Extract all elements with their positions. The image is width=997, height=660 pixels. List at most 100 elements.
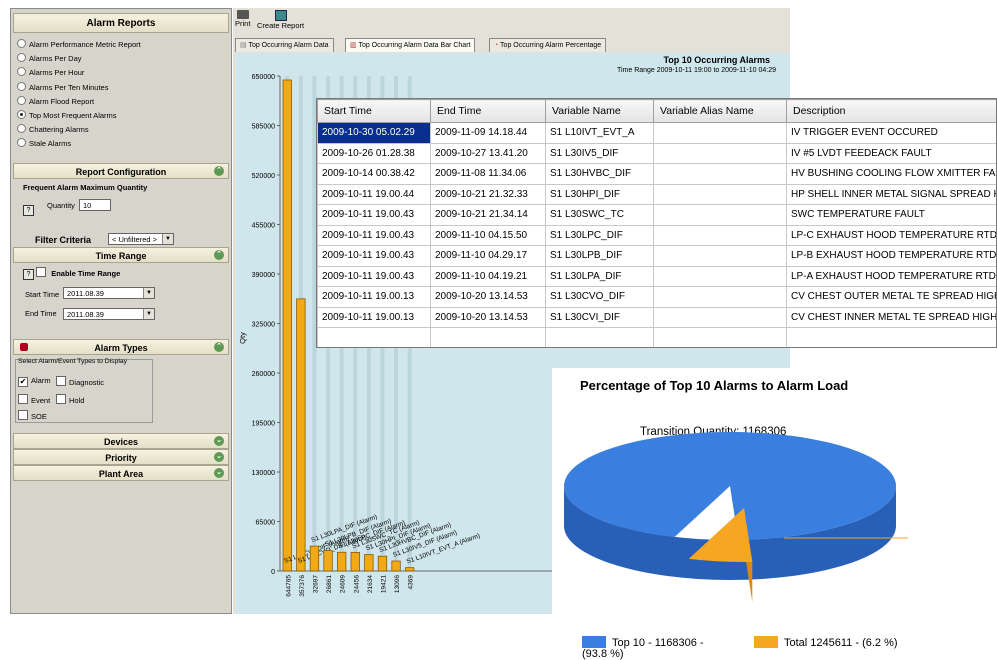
radio-button[interactable] <box>17 67 26 76</box>
calendar-dropdown-icon[interactable]: ▼ <box>143 288 154 298</box>
help-icon[interactable]: ? <box>23 269 34 280</box>
report-option[interactable]: Top Most Frequent Alarms <box>17 110 117 121</box>
plant-area-header[interactable]: Plant Area⌄ <box>13 465 229 481</box>
table-row[interactable]: 2009-10-14 00.38.422009-11-08 11.34.06S1… <box>318 164 997 185</box>
report-option[interactable]: Alarms Per Ten Minutes <box>17 82 108 93</box>
expand-icon[interactable]: ⌄ <box>214 468 224 478</box>
radio-button[interactable] <box>17 124 26 133</box>
type-soe[interactable]: SOE <box>18 410 47 421</box>
type-hold[interactable]: Hold <box>56 394 84 405</box>
bar-value-label: 4369 <box>408 575 415 590</box>
diagnostic-checkbox[interactable] <box>56 376 66 386</box>
report-configuration-header[interactable]: Report Configuration⌃ <box>13 163 229 179</box>
alarm-checkbox[interactable]: ✔ <box>18 377 28 387</box>
table-cell <box>654 225 787 246</box>
table-row[interactable]: 2009-10-26 01.28.382009-10-27 13.41.20S1… <box>318 143 997 164</box>
print-button[interactable]: Print <box>235 10 250 28</box>
column-header[interactable]: Description <box>787 100 997 123</box>
legend-swatch-blue <box>582 636 606 648</box>
quantity-input[interactable]: 10 <box>79 199 111 211</box>
report-option[interactable]: Alarm Performance Metric Report <box>17 39 141 50</box>
bar-value-label: 24609 <box>340 575 347 593</box>
start-time-label: Start Time <box>25 290 59 299</box>
empty-row <box>318 328 997 349</box>
radio-button[interactable] <box>17 39 26 48</box>
report-option-label: Alarms Per Day <box>29 54 82 63</box>
priority-header[interactable]: Priority⌄ <box>13 449 229 465</box>
devices-header[interactable]: Devices⌄ <box>13 433 229 449</box>
type-diagnostic[interactable]: Diagnostic <box>56 376 104 387</box>
alarm-data-table: Start TimeEnd TimeVariable NameVariable … <box>317 99 997 348</box>
column-header[interactable]: Variable Alias Name <box>654 100 787 123</box>
report-option[interactable]: Chattering Alarms <box>17 124 89 135</box>
time-range-header[interactable]: Time Range ⌃ <box>13 247 229 263</box>
type-event[interactable]: Event <box>18 394 50 405</box>
table-row[interactable]: 2009-10-11 19.00.432009-11-10 04.15.50S1… <box>318 225 997 246</box>
freq-max-qty-label: Frequent Alarm Maximum Quantity <box>23 183 147 192</box>
column-header[interactable]: Start Time <box>318 100 431 123</box>
table-row[interactable]: 2009-10-11 19.00.432009-11-10 04.19.21S1… <box>318 266 997 287</box>
report-option[interactable]: Alarms Per Day <box>17 53 82 64</box>
radio-button[interactable] <box>17 82 26 91</box>
y-tick-label: 130000 <box>252 470 275 477</box>
report-option[interactable]: Stale Alarms <box>17 138 71 149</box>
collapse-icon[interactable]: ⌃ <box>214 342 224 352</box>
table-row[interactable]: 2009-10-11 19.00.442009-10-21 21.32.33S1… <box>318 184 997 205</box>
soe-checkbox[interactable] <box>18 410 28 420</box>
report-option-label: Alarms Per Ten Minutes <box>29 83 108 92</box>
bar <box>392 561 401 571</box>
table-row[interactable]: 2009-10-11 19.00.432009-11-10 04.29.17S1… <box>318 246 997 267</box>
tab-percentage[interactable]: ◔ Top Occurring Alarm Percentage <box>489 38 606 52</box>
bar <box>324 551 333 571</box>
calendar-dropdown-icon[interactable]: ▼ <box>143 309 154 319</box>
y-tick-label: 65000 <box>256 520 276 527</box>
table-cell <box>654 143 787 164</box>
time-range-label: Time Range <box>96 251 147 261</box>
table-cell: 2009-11-09 14.18.44 <box>431 123 546 144</box>
create-report-button[interactable]: Create Report <box>257 10 304 30</box>
bar <box>283 80 292 571</box>
radio-button[interactable] <box>17 110 26 119</box>
hold-checkbox[interactable] <box>56 394 66 404</box>
y-axis-label: Qty <box>238 332 247 344</box>
table-row[interactable]: 2009-10-11 19.00.132009-10-20 13.14.53S1… <box>318 307 997 328</box>
report-option[interactable]: Alarm Flood Report <box>17 96 94 107</box>
chevron-down-icon[interactable]: ▼ <box>162 234 173 244</box>
report-option[interactable]: Alarms Per Hour <box>17 67 84 78</box>
bar <box>297 299 306 571</box>
column-header[interactable]: Variable Name <box>546 100 654 123</box>
help-icon[interactable]: ? <box>23 199 34 217</box>
end-time-field[interactable]: 2011.08.39▼ <box>63 308 155 320</box>
table-row[interactable]: 2009-10-11 19.00.432009-10-21 21.34.14S1… <box>318 205 997 226</box>
collapse-icon[interactable]: ⌃ <box>214 250 224 260</box>
type-event-label: Event <box>31 396 50 405</box>
table-cell: 2009-11-10 04.15.50 <box>431 225 546 246</box>
report-settings-panel: Alarm Reports Alarm Performance Metric R… <box>10 8 232 614</box>
start-time-field[interactable]: 2011.08.39 ▼ <box>63 287 155 299</box>
empty-cell <box>546 328 654 349</box>
column-header[interactable]: End Time <box>431 100 546 123</box>
type-alarm-label: Alarm <box>31 376 51 385</box>
alarm-types-header[interactable]: Alarm Types⌃ <box>13 339 229 355</box>
table-cell: CV CHEST INNER METAL TE SPREAD HIGH <box>787 307 997 328</box>
event-checkbox[interactable] <box>18 394 28 404</box>
radio-button[interactable] <box>17 96 26 105</box>
table-row[interactable]: 2009-10-30 05.02.292009-11-09 14.18.44S1… <box>318 123 997 144</box>
tab-bar-chart[interactable]: ▥ Top Occurring Alarm Data Bar Chart <box>345 38 475 52</box>
collapse-icon[interactable]: ⌃ <box>214 166 224 176</box>
expand-icon[interactable]: ⌄ <box>214 452 224 462</box>
y-tick-label: 325000 <box>252 322 275 329</box>
table-cell: 2009-10-27 13.41.20 <box>431 143 546 164</box>
table-cell: 2009-10-30 05.02.29 <box>318 123 431 144</box>
enable-time-range-checkbox[interactable] <box>36 267 46 277</box>
radio-button[interactable] <box>17 138 26 147</box>
filter-criteria-select[interactable]: < Unfiltered >▼ <box>108 233 174 245</box>
expand-icon[interactable]: ⌄ <box>214 436 224 446</box>
table-row[interactable]: 2009-10-11 19.00.132009-10-20 13.14.53S1… <box>318 287 997 308</box>
table-cell: S1 L30LPA_DIF <box>546 266 654 287</box>
radio-button[interactable] <box>17 53 26 62</box>
table-cell: 2009-10-21 21.32.33 <box>431 184 546 205</box>
start-time-value: 2011.08.39 <box>67 289 104 298</box>
tab-alarm-data[interactable]: ▤ Top Occurring Alarm Data <box>235 38 334 52</box>
type-alarm[interactable]: ✔Alarm <box>18 376 51 387</box>
